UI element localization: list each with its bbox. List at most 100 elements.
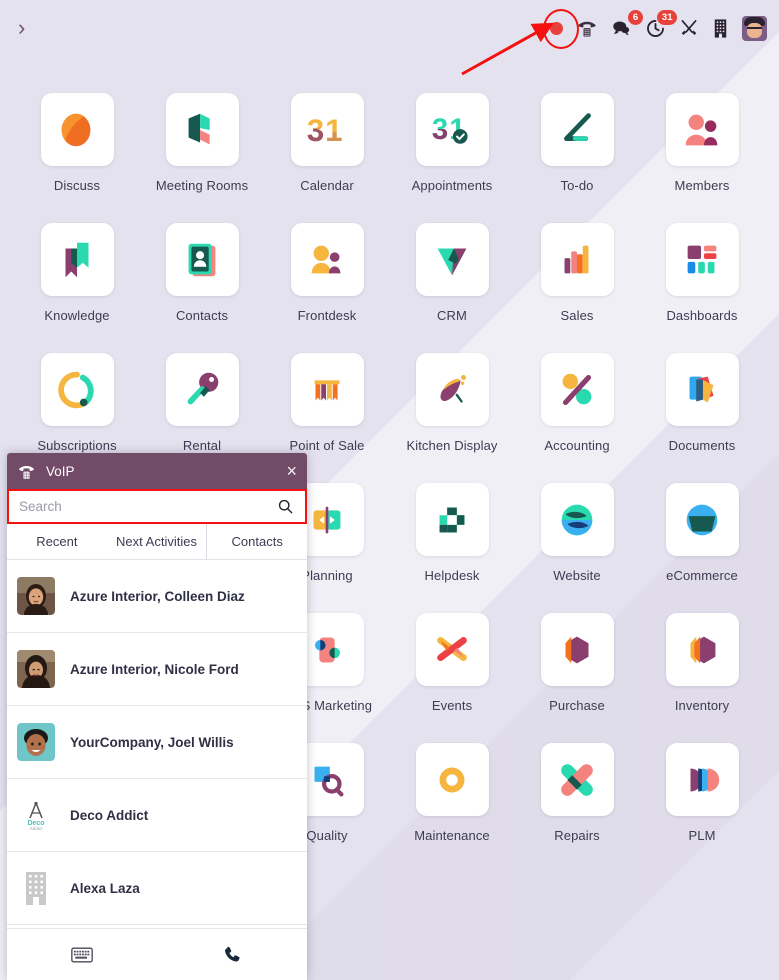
app-label: Dashboards — [666, 308, 738, 323]
contact-list-item[interactable]: Alexa Laza — [7, 852, 307, 925]
inventory-icon — [665, 613, 739, 686]
events-icon — [415, 613, 489, 686]
knowledge-icon — [40, 223, 114, 296]
app-tile-discuss[interactable]: Discuss — [15, 88, 140, 218]
app-tile-maintenance[interactable]: Maintenance — [390, 738, 515, 868]
systray: 6 31 — [550, 9, 767, 41]
search-icon[interactable] — [273, 498, 305, 515]
voip-phone-icon — [19, 465, 34, 479]
close-icon[interactable]: × — [286, 462, 297, 480]
dashboards-icon — [665, 223, 739, 296]
app-tile-purchase[interactable]: Purchase — [515, 608, 640, 738]
ecommerce-icon — [665, 483, 739, 556]
crm-icon — [415, 223, 489, 296]
app-tile-dashboards[interactable]: Dashboards — [640, 218, 765, 348]
contacts-icon — [165, 223, 239, 296]
contact-name: Azure Interior, Nicole Ford — [70, 661, 239, 677]
members-icon — [665, 93, 739, 166]
app-tile-accounting[interactable]: Accounting — [515, 348, 640, 478]
point-of-sale-icon — [290, 353, 364, 426]
app-label: Documents — [668, 438, 736, 453]
messages-badge: 6 — [628, 9, 643, 25]
app-tile-website[interactable]: Website — [515, 478, 640, 608]
website-icon — [540, 483, 614, 556]
kitchen-display-icon — [415, 353, 489, 426]
accounting-icon — [540, 353, 614, 426]
app-tile-knowledge[interactable]: Knowledge — [15, 218, 140, 348]
app-label: Calendar — [300, 178, 354, 193]
contact-avatar — [17, 650, 55, 688]
app-tile-plm[interactable]: PLM — [640, 738, 765, 868]
app-label: Members — [674, 178, 730, 193]
settings-tools-icon[interactable] — [679, 18, 699, 38]
app-tile-contacts[interactable]: Contacts — [140, 218, 265, 348]
app-label: Inventory — [674, 698, 730, 713]
messages-icon[interactable]: 6 — [611, 9, 643, 39]
documents-icon — [665, 353, 739, 426]
activities-clock-icon[interactable]: 31 — [645, 9, 677, 39]
avatar[interactable] — [742, 15, 767, 41]
app-label: Helpdesk — [424, 568, 480, 583]
app-tile-calendar[interactable]: 3 1 3 1 Calendar — [265, 88, 390, 218]
contact-list-item[interactable]: Deco Addict Deco Addict — [7, 779, 307, 852]
calendar-icon: 3131 — [290, 93, 364, 166]
app-tile-to-do[interactable]: To-do — [515, 88, 640, 218]
search-input[interactable] — [9, 491, 273, 522]
helpdesk-icon — [415, 483, 489, 556]
app-tile-appointments[interactable]: 331 Appointments — [390, 88, 515, 218]
expand-sidebar-chevron-icon[interactable]: › — [18, 17, 25, 39]
app-tile-members[interactable]: Members — [640, 88, 765, 218]
app-label: Frontdesk — [297, 308, 357, 323]
voip-tab-recent[interactable]: Recent — [7, 524, 107, 559]
app-tile-kitchen-display[interactable]: Kitchen Display — [390, 348, 515, 478]
app-label: Quality — [306, 828, 348, 843]
contact-list-item[interactable]: Azure Interior, Colleen Diaz — [7, 560, 307, 633]
plm-icon — [665, 743, 739, 816]
contact-name: Azure Interior, Colleen Diaz — [70, 588, 245, 604]
phone-handset-icon — [225, 946, 240, 962]
voip-tabs: Recent Next Activities Contacts — [7, 524, 307, 560]
app-tile-meeting-rooms[interactable]: Meeting Rooms — [140, 88, 265, 218]
svg-text:Addict: Addict — [30, 826, 43, 831]
app-label: Subscriptions — [37, 438, 117, 453]
discuss-icon — [40, 93, 114, 166]
repairs-icon — [540, 743, 614, 816]
app-label: Accounting — [544, 438, 610, 453]
rental-icon — [165, 353, 239, 426]
contact-name: YourCompany, Joel Willis — [70, 734, 234, 750]
maintenance-icon — [415, 743, 489, 816]
app-label: Website — [553, 568, 601, 583]
app-label: PLM — [688, 828, 716, 843]
voip-tab-contacts[interactable]: Contacts — [206, 524, 307, 559]
app-tile-helpdesk[interactable]: Helpdesk — [390, 478, 515, 608]
voip-phone-icon[interactable] — [576, 17, 598, 39]
keyboard-icon — [71, 947, 93, 962]
app-tile-frontdesk[interactable]: Frontdesk — [265, 218, 390, 348]
sales-icon — [540, 223, 614, 296]
app-tile-sales[interactable]: Sales — [515, 218, 640, 348]
keypad-button[interactable] — [7, 947, 157, 963]
voip-contact-list: Azure Interior, Colleen Diaz Azure Interi… — [7, 560, 307, 928]
app-tile-crm[interactable]: CRM — [390, 218, 515, 348]
enterprise-building-icon[interactable] — [712, 18, 729, 39]
app-label: Point of Sale — [289, 438, 365, 453]
call-button[interactable] — [157, 944, 307, 966]
app-tile-events[interactable]: Events — [390, 608, 515, 738]
voip-panel-header: VoIP × — [7, 453, 307, 489]
appointments-icon: 331 — [415, 93, 489, 166]
voip-search-bar — [7, 489, 307, 524]
app-tile-ecommerce[interactable]: eCommerce — [640, 478, 765, 608]
user-avatar-image — [742, 15, 767, 41]
app-label: Rental — [182, 438, 222, 453]
contact-list-item[interactable]: Azure Interior, Nicole Ford — [7, 633, 307, 706]
frontdesk-icon — [290, 223, 364, 296]
app-tile-repairs[interactable]: Repairs — [515, 738, 640, 868]
meeting-rooms-icon — [165, 93, 239, 166]
contact-list-item[interactable]: YourCompany, Joel Willis — [7, 706, 307, 779]
app-label: Contacts — [175, 308, 229, 323]
voip-tab-next-activities[interactable]: Next Activities — [107, 524, 207, 559]
app-label: CRM — [437, 308, 467, 323]
recording-indicator-icon[interactable] — [550, 21, 563, 35]
app-tile-inventory[interactable]: Inventory — [640, 608, 765, 738]
app-tile-documents[interactable]: Documents — [640, 348, 765, 478]
